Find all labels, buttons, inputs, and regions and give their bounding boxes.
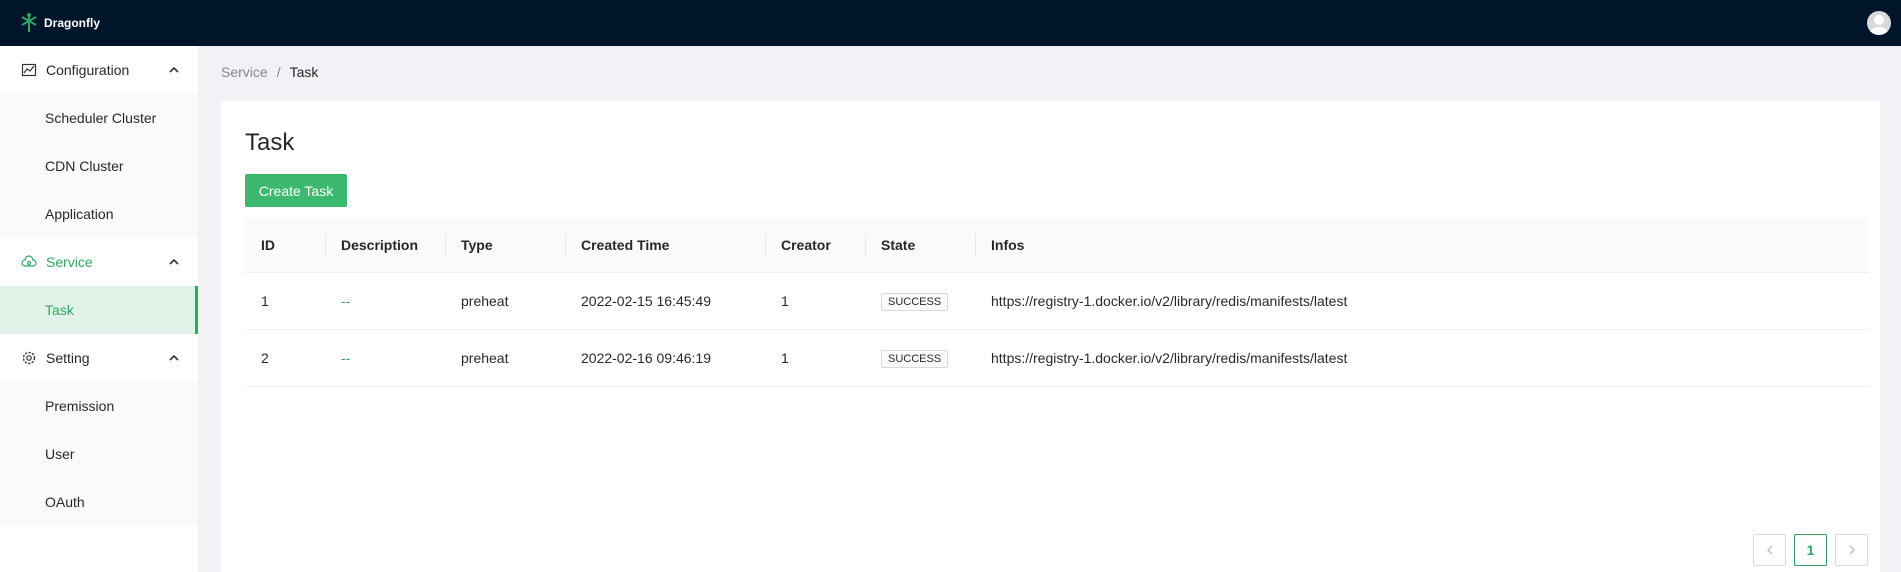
cell-type: preheat <box>461 350 509 366</box>
chevron-up-icon <box>169 66 179 73</box>
gear-icon <box>21 350 37 366</box>
top-header: Dragonfly <box>0 0 1901 46</box>
sidebar-item-user[interactable]: User <box>0 430 198 478</box>
sidebar-title-service[interactable]: Service <box>0 238 198 286</box>
sidebar: Configuration Scheduler Cluster CDN Clus… <box>0 46 198 572</box>
cell-type: preheat <box>461 293 509 309</box>
prev-page-button[interactable] <box>1753 534 1786 566</box>
sidebar-item-label: CDN Cluster <box>45 158 124 174</box>
cell-creator: 1 <box>781 350 789 366</box>
content-card: Task Create Task ID Description Type Cre… <box>221 101 1880 572</box>
sidebar-item-task[interactable]: Task <box>0 286 198 334</box>
table-header: ID Description Type Created Time Creator… <box>245 218 1869 273</box>
chevron-left-icon <box>1766 545 1772 555</box>
chevron-right-icon <box>1849 545 1855 555</box>
cell-description: -- <box>341 293 351 309</box>
breadcrumb-current: Task <box>289 64 319 80</box>
column-header-state: State <box>865 218 975 273</box>
line-chart-icon <box>21 62 37 78</box>
sidebar-item-premission[interactable]: Premission <box>0 382 198 430</box>
column-header-id: ID <box>261 237 275 253</box>
sidebar-title-label: Service <box>46 254 93 270</box>
user-avatar-icon[interactable] <box>1867 11 1891 35</box>
sidebar-group-setting: Setting Premission User OAuth <box>0 334 198 526</box>
page-title: Task <box>245 129 295 156</box>
column-header-creator: Creator <box>765 218 865 273</box>
cell-description: -- <box>341 350 351 366</box>
cell-infos: https://registry-1.docker.io/v2/library/… <box>991 293 1348 309</box>
cell-id: 2 <box>261 350 269 366</box>
table-row[interactable]: 2 -- preheat 2022-02-16 09:46:19 1 SUCCE… <box>245 330 1869 387</box>
cell-state: SUCCESS <box>865 349 975 368</box>
status-badge: SUCCESS <box>881 349 949 368</box>
sidebar-item-label: Task <box>45 302 74 318</box>
sidebar-title-label: Configuration <box>46 62 130 78</box>
page-button-current[interactable]: 1 <box>1794 534 1827 566</box>
cell-created-time: 2022-02-15 16:45:49 <box>581 293 711 309</box>
breadcrumb-link-service[interactable]: Service <box>221 64 268 80</box>
column-header-type: Type <box>445 218 565 273</box>
create-task-button[interactable]: Create Task <box>245 174 347 207</box>
column-header-infos: Infos <box>975 218 1869 273</box>
cell-id: 1 <box>261 293 269 309</box>
task-table: ID Description Type Created Time Creator… <box>245 218 1869 387</box>
sidebar-group-configuration: Configuration Scheduler Cluster CDN Clus… <box>0 46 198 238</box>
cell-state: SUCCESS <box>865 292 975 311</box>
sidebar-item-oauth[interactable]: OAuth <box>0 478 198 526</box>
sidebar-item-label: Premission <box>45 398 115 414</box>
pagination: 1 <box>1753 534 1868 566</box>
sidebar-item-cdn-cluster[interactable]: CDN Cluster <box>0 142 198 190</box>
sidebar-item-application[interactable]: Application <box>0 190 198 238</box>
dragonfly-logo-icon <box>21 13 37 32</box>
sidebar-group-service: Service Task <box>0 238 198 334</box>
column-header-description: Description <box>325 218 445 273</box>
cell-infos: https://registry-1.docker.io/v2/library/… <box>991 350 1348 366</box>
sidebar-item-label: Scheduler Cluster <box>45 110 157 126</box>
sidebar-item-scheduler-cluster[interactable]: Scheduler Cluster <box>0 94 198 142</box>
cell-created-time: 2022-02-16 09:46:19 <box>581 350 711 366</box>
breadcrumb-separator: / <box>276 64 281 80</box>
sidebar-title-setting[interactable]: Setting <box>0 334 198 382</box>
cloud-icon <box>21 254 37 270</box>
table-row[interactable]: 1 -- preheat 2022-02-15 16:45:49 1 SUCCE… <box>245 273 1869 330</box>
column-header-created-time: Created Time <box>565 218 765 273</box>
breadcrumb: Service / Task <box>221 64 318 80</box>
chevron-up-icon <box>169 354 179 361</box>
logo[interactable]: Dragonfly <box>18 12 100 34</box>
sidebar-item-label: User <box>45 446 75 462</box>
brand-name: Dragonfly <box>44 16 101 30</box>
sidebar-item-label: Application <box>45 206 114 222</box>
next-page-button[interactable] <box>1835 534 1868 566</box>
cell-creator: 1 <box>781 293 789 309</box>
chevron-up-icon <box>169 258 179 265</box>
sidebar-item-label: OAuth <box>45 494 85 510</box>
status-badge: SUCCESS <box>881 292 949 311</box>
sidebar-title-label: Setting <box>46 350 90 366</box>
sidebar-title-configuration[interactable]: Configuration <box>0 46 198 94</box>
